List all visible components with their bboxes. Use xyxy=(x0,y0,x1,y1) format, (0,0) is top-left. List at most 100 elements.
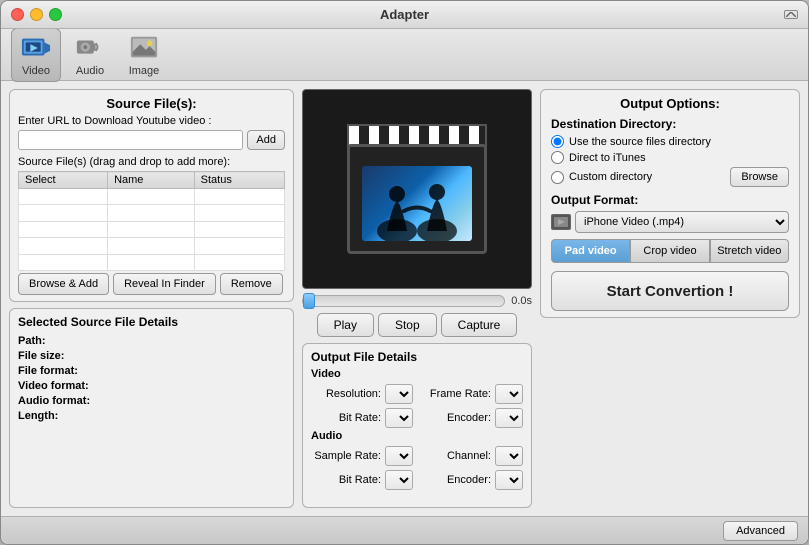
videoformat-label: Video format: xyxy=(18,380,93,392)
audio-bitrate-row: Bit Rate: xyxy=(311,470,413,490)
start-conversion-button[interactable]: Start Convertion ! xyxy=(551,271,789,311)
radio-source-dir: Use the source files directory xyxy=(551,135,789,148)
audio-bitrate-select[interactable] xyxy=(385,470,413,490)
stop-button[interactable]: Stop xyxy=(378,313,437,337)
stretch-video-button[interactable]: Stretch video xyxy=(710,239,789,263)
audioformat-label: Audio format: xyxy=(18,395,93,407)
channel-select[interactable] xyxy=(495,446,523,466)
path-label: Path: xyxy=(18,335,93,347)
detail-filesize: File size: xyxy=(18,350,285,362)
image-icon xyxy=(129,33,159,63)
window-resize-btn[interactable] xyxy=(784,10,798,19)
filesize-label: File size: xyxy=(18,350,93,362)
advanced-button[interactable]: Advanced xyxy=(723,521,798,541)
pad-video-button[interactable]: Pad video xyxy=(551,239,630,263)
reveal-in-finder-button[interactable]: Reveal In Finder xyxy=(113,273,216,295)
video-label: Video xyxy=(22,65,50,77)
playback-buttons: Play Stop Capture xyxy=(302,313,532,337)
toolbar-item-image[interactable]: Image xyxy=(119,29,169,81)
video-details-grid: Resolution: Frame Rate: Bit Rate: Encode… xyxy=(311,384,523,428)
main-content: Source File(s): Enter URL to Download Yo… xyxy=(1,81,808,516)
col-select: Select xyxy=(19,172,108,189)
detail-length: Length: xyxy=(18,410,285,422)
output-options-section: Output Options: Destination Directory: U… xyxy=(540,89,800,318)
center-panel: 0.0s Play Stop Capture Output File Detai… xyxy=(302,89,532,508)
detail-path: Path: xyxy=(18,335,285,347)
radio-itunes: Direct to iTunes xyxy=(551,151,789,164)
table-row[interactable] xyxy=(19,254,285,270)
radio-source-dir-input[interactable] xyxy=(551,135,564,148)
audio-encoder-label: Encoder: xyxy=(421,474,491,486)
remove-button[interactable]: Remove xyxy=(220,273,283,295)
crop-video-button[interactable]: Crop video xyxy=(630,239,709,263)
minimize-button[interactable] xyxy=(30,8,43,21)
radio-itunes-label[interactable]: Direct to iTunes xyxy=(569,152,646,164)
radio-custom-input[interactable] xyxy=(551,171,564,184)
video-sub-title: Video xyxy=(311,368,523,380)
table-row[interactable] xyxy=(19,238,285,254)
video-bitrate-select[interactable] xyxy=(385,408,413,428)
audio-encoder-row: Encoder: xyxy=(421,470,523,490)
channel-row: Channel: xyxy=(421,446,523,466)
toolbar-item-audio[interactable]: Audio xyxy=(65,29,115,81)
framerate-select[interactable] xyxy=(495,384,523,404)
col-name: Name xyxy=(108,172,195,189)
framerate-row: Frame Rate: xyxy=(421,384,523,404)
browse-add-button[interactable]: Browse & Add xyxy=(18,273,109,295)
add-button[interactable]: Add xyxy=(247,130,285,150)
col-status: Status xyxy=(194,172,284,189)
video-encoder-label: Encoder: xyxy=(421,412,491,424)
close-button[interactable] xyxy=(11,8,24,21)
radio-source-dir-label[interactable]: Use the source files directory xyxy=(569,136,711,148)
samplerate-select[interactable] xyxy=(385,446,413,466)
audio-details-grid: Sample Rate: Channel: Bit Rate: Encoder: xyxy=(311,446,523,490)
toolbar-item-video[interactable]: Video xyxy=(11,28,61,82)
table-row[interactable] xyxy=(19,205,285,221)
audio-encoder-select[interactable] xyxy=(495,470,523,490)
table-row[interactable] xyxy=(19,221,285,237)
length-label: Length: xyxy=(18,410,93,422)
radio-itunes-input[interactable] xyxy=(551,151,564,164)
table-row[interactable] xyxy=(19,189,285,205)
left-panel: Source File(s): Enter URL to Download Yo… xyxy=(9,89,294,508)
drag-label: Source File(s) (drag and drop to add mor… xyxy=(18,156,285,168)
progress-bar[interactable] xyxy=(302,295,505,307)
progress-thumb[interactable] xyxy=(303,293,315,309)
action-buttons: Browse & Add Reveal In Finder Remove xyxy=(18,273,285,295)
samplerate-label: Sample Rate: xyxy=(311,450,381,462)
fileformat-label: File format: xyxy=(18,365,93,377)
progress-row: 0.0s xyxy=(302,295,532,307)
clapper-screen xyxy=(362,166,472,241)
audio-bitrate-label: Bit Rate: xyxy=(311,474,381,486)
video-mode-buttons: Pad video Crop video Stretch video xyxy=(551,239,789,263)
resolution-select[interactable] xyxy=(385,384,413,404)
format-select-row: iPhone Video (.mp4) xyxy=(551,211,789,233)
bottom-bar: Advanced xyxy=(1,516,808,544)
traffic-lights xyxy=(11,8,62,21)
format-select[interactable]: iPhone Video (.mp4) xyxy=(575,211,789,233)
radio-custom-label[interactable]: Custom directory xyxy=(569,171,652,183)
format-icon xyxy=(551,214,571,230)
capture-button[interactable]: Capture xyxy=(441,313,518,337)
progress-time: 0.0s xyxy=(511,295,532,307)
radio-custom-row: Custom directory Browse xyxy=(551,167,789,187)
output-title: Output Options: xyxy=(551,96,789,111)
video-encoder-select[interactable] xyxy=(495,408,523,428)
source-files-section: Source File(s): Enter URL to Download Yo… xyxy=(9,89,294,302)
audio-sub-title: Audio xyxy=(311,430,523,442)
detail-fileformat: File format: xyxy=(18,365,285,377)
image-label: Image xyxy=(129,65,160,77)
detail-videoformat: Video format: xyxy=(18,380,285,392)
source-title: Source File(s): xyxy=(18,96,285,111)
browse-directory-button[interactable]: Browse xyxy=(730,167,789,187)
right-panel: Output Options: Destination Directory: U… xyxy=(540,89,800,508)
preview-area xyxy=(302,89,532,289)
maximize-button[interactable] xyxy=(49,8,62,21)
url-input[interactable] xyxy=(18,130,243,150)
file-table: Select Name Status xyxy=(18,171,285,271)
audio-label: Audio xyxy=(76,65,104,77)
play-button[interactable]: Play xyxy=(317,313,374,337)
audio-icon xyxy=(75,33,105,63)
detail-audioformat: Audio format: xyxy=(18,395,285,407)
video-icon xyxy=(21,33,51,63)
